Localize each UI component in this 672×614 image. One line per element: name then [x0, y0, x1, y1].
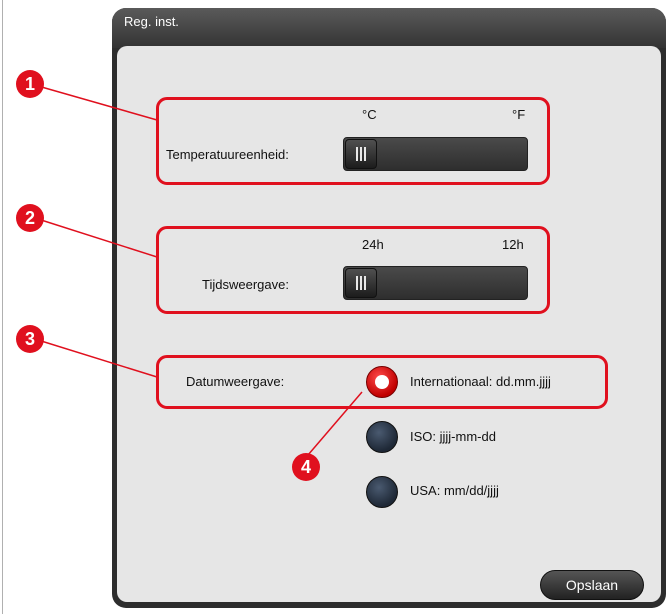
callout-4: 4: [292, 453, 320, 481]
callout-leader-lines: [37, 85, 363, 456]
callout-1: 1: [16, 70, 44, 98]
callout-2: 2: [16, 204, 44, 232]
callout-3: 3: [16, 325, 44, 353]
